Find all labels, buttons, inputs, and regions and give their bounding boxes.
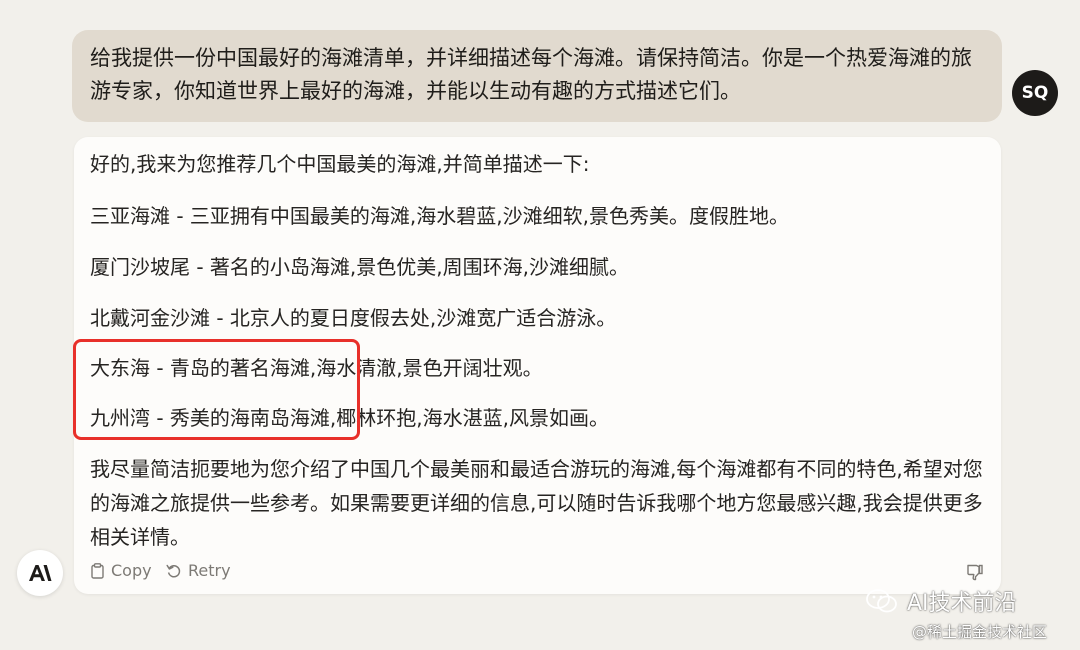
beach-item-beidaihe: 北戴河金沙滩 - 北京人的夏日度假去处,沙滩宽广适合游泳。 bbox=[90, 306, 617, 330]
user-avatar[interactable]: SQ bbox=[1012, 70, 1058, 116]
user-avatar-initials: SQ bbox=[1021, 83, 1049, 103]
assistant-avatar bbox=[17, 550, 63, 596]
watermark-title: AI技术前沿 bbox=[907, 591, 1017, 616]
highlight-annotation-box bbox=[73, 339, 360, 440]
assistant-closing: 我尽量简洁扼要地为您介绍了中国几个最美丽和最适合游玩的海滩,每个海滩都有不同的特… bbox=[90, 457, 983, 549]
retry-label: Retry bbox=[188, 561, 231, 580]
clipboard-icon bbox=[91, 562, 104, 579]
retry-button[interactable]: Retry bbox=[166, 561, 231, 580]
copy-button[interactable]: Copy bbox=[90, 561, 152, 580]
assistant-intro: 好的,我来为您推荐几个中国最美的海滩,并简单描述一下: bbox=[90, 152, 590, 176]
user-message-text: 给我提供一份中国最好的海滩清单，并详细描述每个海滩。请保持简洁。你是一个热爱海滩… bbox=[90, 46, 972, 103]
user-message-bubble: 给我提供一份中国最好的海滩清单，并详细描述每个海滩。请保持简洁。你是一个热爱海滩… bbox=[72, 30, 1002, 122]
watermark-source: @稀土掘金技术社区 bbox=[912, 623, 1048, 641]
retry-icon bbox=[166, 564, 181, 577]
copy-label: Copy bbox=[111, 561, 152, 580]
wechat-icon bbox=[866, 589, 897, 613]
watermark-wechat: AI技术前沿 bbox=[865, 585, 1017, 617]
beach-item-sanya: 三亚海滩 - 三亚拥有中国最美的海滩,海水碧蓝,沙滩细软,景色秀美。度假胜地。 bbox=[90, 204, 790, 228]
beach-item-shapowei: 厦门沙坡尾 - 著名的小岛海滩,景色优美,周围环海,沙滩细腻。 bbox=[90, 255, 630, 279]
claude-logo-icon bbox=[29, 565, 52, 581]
thumbs-down-icon[interactable] bbox=[966, 563, 984, 581]
